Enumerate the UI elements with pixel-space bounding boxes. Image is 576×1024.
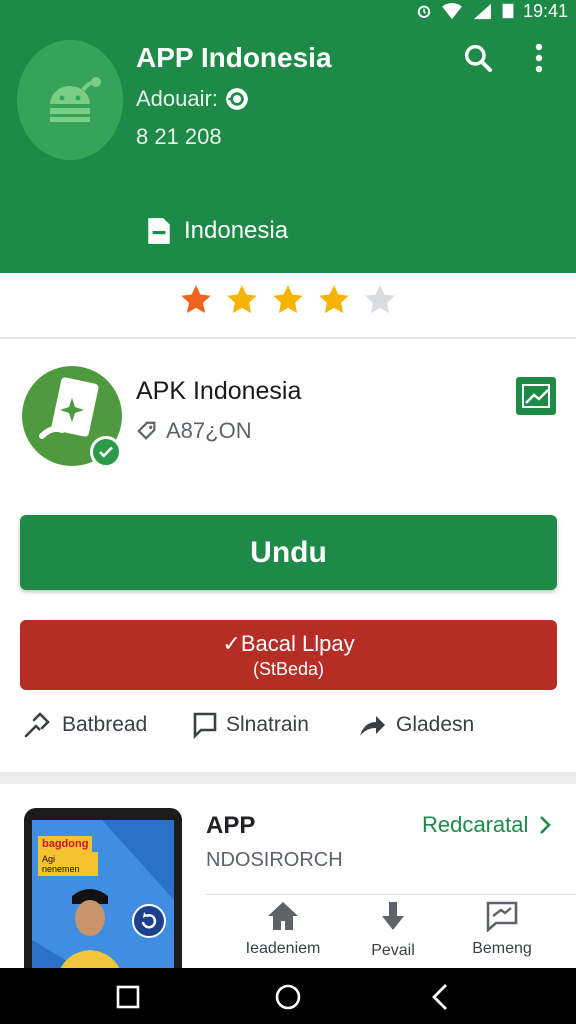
- open-chart-button[interactable]: [516, 377, 556, 415]
- rating-stars: [0, 283, 576, 339]
- alarm-icon: [417, 5, 431, 18]
- status-time: 19:41: [522, 0, 568, 21]
- verified-badge: [90, 436, 122, 468]
- app-card-code: A87¿ON: [166, 418, 252, 443]
- publisher-divider: [206, 894, 576, 895]
- developer-row: Adouair:: [136, 86, 250, 112]
- app-header: 19:41 APP Indonesia Adouair: 8 21 208 In…: [0, 0, 576, 273]
- publisher-download-tab[interactable]: Pevail: [338, 900, 448, 960]
- more-vert-icon: [535, 43, 543, 73]
- overflow-menu-button[interactable]: [525, 40, 553, 76]
- wifi-icon: [442, 3, 462, 20]
- comment-icon: [193, 712, 217, 740]
- back-button[interactable]: [426, 982, 456, 1012]
- publisher-icons-row: Ieadeniem Pevail Bemeng: [206, 900, 576, 968]
- star-icon: [319, 285, 349, 314]
- secondary-button-sublabel: (StBeda): [252, 658, 325, 679]
- publisher-home-tab[interactable]: Ieadeniem: [228, 900, 338, 958]
- publisher-name: NDOSIRORCH: [206, 849, 343, 871]
- status-bar: 19:41: [415, 0, 576, 22]
- app-card-title: APK Indonesia: [136, 377, 302, 405]
- person-image: [57, 889, 123, 976]
- home-button[interactable]: [273, 982, 303, 1012]
- tag-icon: [137, 421, 156, 440]
- publisher-message-label: Bemeng: [472, 940, 532, 957]
- link-icon: [24, 712, 50, 738]
- action-share[interactable]: Gladesn: [356, 710, 474, 740]
- recents-icon: [116, 985, 140, 1009]
- verified-icon: [226, 88, 248, 110]
- secondary-action-button[interactable]: ✓Bacal Llpay (StBeda): [20, 620, 557, 690]
- search-icon: [464, 44, 492, 72]
- action-comment-label: Slnatrain: [226, 713, 309, 736]
- action-row: Batbread Slnatrain Gladesn: [20, 705, 560, 745]
- publisher-link-label: Redcaratal: [422, 812, 529, 837]
- developer-label: Adouair:: [136, 86, 218, 111]
- publisher-title: APP: [206, 812, 256, 839]
- app-card-code-row: A87¿ON: [136, 418, 252, 444]
- release-date: 8 21 208: [136, 124, 222, 149]
- play-button[interactable]: [132, 904, 166, 938]
- screenshot-banner: bagdong: [38, 836, 93, 852]
- check-icon: [99, 446, 113, 458]
- star-empty-icon: [365, 285, 395, 314]
- action-link-label: Batbread: [62, 713, 148, 736]
- recents-button[interactable]: [113, 982, 143, 1012]
- home-icon: [268, 902, 298, 930]
- home-circle-icon: [275, 984, 301, 1010]
- action-comment[interactable]: Slnatrain: [192, 710, 309, 740]
- android-icon: [50, 77, 101, 122]
- app-avatar: [17, 40, 123, 160]
- publisher-download-label: Pevail: [371, 942, 415, 959]
- battery-icon: [502, 3, 514, 19]
- message-icon: [486, 901, 518, 932]
- secondary-button-label: ✓Bacal Llpay: [222, 630, 355, 656]
- region-label: Indonesia: [184, 217, 289, 244]
- app-title: APP Indonesia: [136, 42, 332, 73]
- publisher-home-label: Ieadeniem: [245, 940, 321, 957]
- app-screenshot-thumbnail[interactable]: bagdong Agi nenemen: [24, 808, 182, 976]
- document-icon: [148, 218, 170, 244]
- signal-icon: [473, 3, 491, 20]
- star-icon: [181, 285, 211, 314]
- back-icon: [432, 984, 447, 1010]
- replay-icon: [141, 912, 157, 929]
- share-icon: [360, 716, 385, 736]
- chevron-right-icon: [540, 816, 552, 834]
- action-share-label: Gladesn: [396, 713, 475, 736]
- star-icon: [227, 285, 257, 314]
- screenshot-preview: bagdong Agi nenemen: [32, 820, 174, 976]
- download-button[interactable]: Undu: [20, 515, 557, 590]
- download-icon: [382, 902, 404, 930]
- publisher-message-tab[interactable]: Bemeng: [447, 900, 557, 958]
- region-row: Indonesia: [146, 216, 288, 246]
- action-link[interactable]: Batbread: [22, 710, 147, 740]
- star-icon: [273, 285, 303, 314]
- search-button[interactable]: [460, 40, 496, 76]
- system-nav-bar: [0, 968, 576, 1024]
- section-divider: [0, 772, 576, 784]
- trend-icon: [522, 384, 550, 408]
- publisher-link[interactable]: Redcaratal: [422, 812, 552, 838]
